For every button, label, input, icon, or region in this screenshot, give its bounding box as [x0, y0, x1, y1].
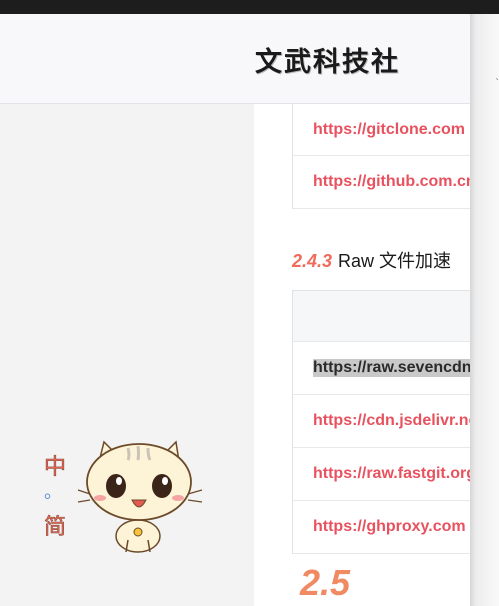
side-drawer-edge [470, 14, 499, 606]
mirror-link[interactable]: https://gitclone.com [313, 121, 465, 139]
cat-eye-right [152, 474, 172, 498]
section-heading-raw: 2.4.3 Raw 文件加速 [292, 247, 451, 273]
mirror-link[interactable]: https://github.com.cnpmjs.org [313, 173, 470, 191]
mirror-link[interactable]: https://ghproxy.com [313, 518, 466, 536]
table-row[interactable]: https://cdn.jsdelivr.net [293, 395, 470, 448]
sticker-char-top: 中 [44, 455, 66, 480]
bell-icon [133, 527, 143, 537]
cat-mascot-sticker[interactable]: 中 。 简 [40, 436, 215, 556]
cat-eye-left [106, 474, 126, 498]
drawer-mark-icon: ` [495, 78, 499, 89]
table-row[interactable]: https://gitclone.com [293, 104, 470, 156]
sticker-char-bottom: 简 [44, 515, 66, 540]
sticker-char-mid: 。 [44, 482, 62, 503]
mirror-text-selected[interactable]: https://raw.sevencdn.com [313, 359, 470, 377]
table-row[interactable]: https://raw.sevencdn.com [293, 342, 470, 395]
site-header: 文武科技社 [0, 14, 470, 104]
section-title: Raw 文件加速 [338, 251, 452, 271]
table-row[interactable]: https://ghproxy.com [293, 501, 470, 554]
table-row[interactable]: https://raw.fastgit.org [293, 448, 470, 501]
next-section-number: 2.5 [300, 562, 351, 603]
mirror-table-top: https://gitclone.com https://github.com.… [292, 104, 470, 209]
mirror-link[interactable]: https://cdn.jsdelivr.net [313, 412, 470, 430]
top-strip [0, 0, 499, 14]
raw-mirror-table: https://raw.sevencdn.com https://cdn.jsd… [292, 290, 470, 554]
section-number: 2.4.3 [292, 251, 333, 271]
article-content: https://gitclone.com https://github.com.… [254, 104, 470, 606]
site-title[interactable]: 文武科技社 [255, 40, 400, 79]
table-header-row [293, 290, 470, 342]
mirror-link[interactable]: https://raw.fastgit.org [313, 465, 470, 483]
table-row[interactable]: https://github.com.cnpmjs.org [293, 156, 470, 209]
